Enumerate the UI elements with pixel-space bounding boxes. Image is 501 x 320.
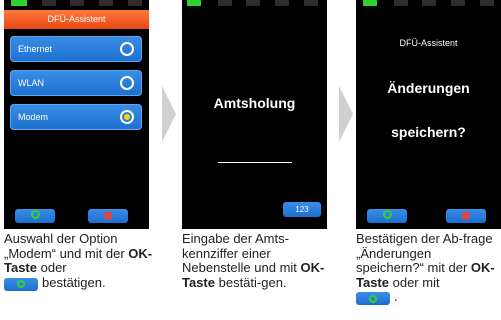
status-led-active <box>11 0 27 6</box>
status-bar <box>356 0 501 8</box>
radio-unselected-icon <box>120 76 134 90</box>
screen-title: DFÜ-Assistent <box>399 38 458 48</box>
close-icon: ✖ <box>102 209 114 223</box>
caption-step-2: Eingabe der Amts-kennziffer einer Nebens… <box>182 231 332 290</box>
caption-text: bestätigen. <box>42 274 106 290</box>
next-step-arrow <box>162 86 176 142</box>
status-led <box>451 0 465 6</box>
status-led <box>99 0 113 6</box>
radio-unselected-icon <box>120 42 134 56</box>
phone-screen-outside-line: Amtsholung 123 <box>182 0 327 229</box>
status-led <box>394 0 408 6</box>
ok-button-inline-icon <box>356 292 390 305</box>
ok-icon <box>369 294 377 303</box>
screen-title: DFÜ-Assistent <box>4 10 149 29</box>
question-line-2: speichern? <box>391 124 466 140</box>
status-led <box>246 0 260 6</box>
cancel-button[interactable]: ✖ <box>446 209 486 223</box>
option-label: WLAN <box>18 78 45 88</box>
caption-step-3: Bestätigen der Ab-frage „Änderungen spei… <box>356 231 501 305</box>
status-led <box>128 0 142 6</box>
status-led <box>42 0 56 6</box>
status-led <box>422 0 436 6</box>
status-led-active <box>363 0 377 6</box>
question-line-1: Änderungen <box>387 80 470 96</box>
option-label: Ethernet <box>18 44 53 54</box>
status-led <box>218 0 232 6</box>
phone-screen-select-connection: DFÜ-Assistent Ethernet WLAN Modem ✖ <box>4 0 149 229</box>
ok-icon <box>30 209 40 219</box>
option-modem[interactable]: Modem <box>10 104 142 130</box>
option-ethernet[interactable]: Ethernet <box>10 36 142 62</box>
status-led <box>70 0 84 6</box>
ok-button[interactable] <box>367 209 407 223</box>
numeric-mode-button[interactable]: 123 <box>283 202 321 217</box>
caption-text: bestäti-gen. <box>215 274 287 290</box>
number-input-field[interactable] <box>218 162 292 163</box>
option-wlan[interactable]: WLAN <box>10 70 142 96</box>
phone-screen-save-changes: DFÜ-Assistent Änderungen speichern? ✖ <box>356 0 501 229</box>
status-led <box>275 0 289 6</box>
ok-button-inline-icon <box>4 277 38 291</box>
close-icon: ✖ <box>460 209 472 223</box>
caption-text: Eingabe der Amts-kennziffer einer Nebens… <box>182 231 301 275</box>
option-label: Modem <box>18 112 49 122</box>
next-step-arrow <box>339 86 353 142</box>
cancel-button[interactable]: ✖ <box>88 209 128 223</box>
ok-icon <box>17 280 25 289</box>
status-led <box>304 0 318 6</box>
status-led <box>480 0 494 6</box>
ok-icon <box>382 209 392 219</box>
caption-text: oder <box>37 260 67 275</box>
ok-button[interactable] <box>15 209 55 223</box>
radio-selected-icon <box>120 110 134 124</box>
status-bar <box>182 0 327 8</box>
caption-text: Auswahl der Option „Modem“ und mit der <box>4 231 129 261</box>
status-led-active <box>187 0 201 6</box>
caption-text: . <box>394 289 398 304</box>
caption-text: oder mit <box>389 274 440 290</box>
caption-step-1: Auswahl der Option „Modem“ und mit der O… <box>4 231 154 291</box>
prompt-text: Amtsholung <box>213 95 296 111</box>
status-bar <box>4 0 149 8</box>
